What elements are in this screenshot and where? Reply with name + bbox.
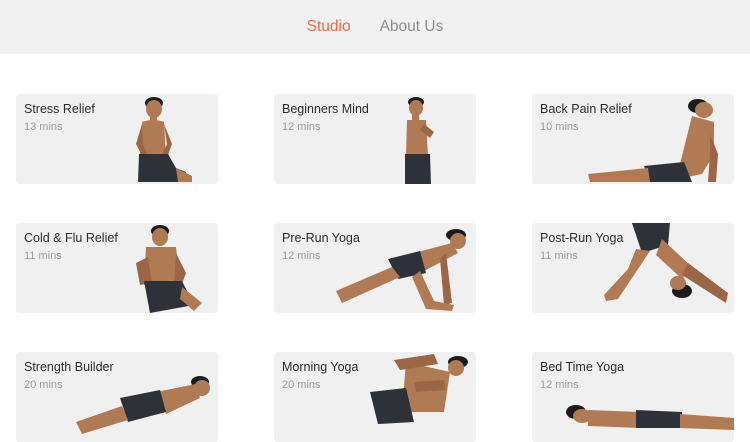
session-duration: 10 mins (540, 121, 579, 133)
session-card-bed-time-yoga[interactable]: Bed Time Yoga 12 mins (532, 352, 734, 442)
session-duration: 13 mins (24, 121, 63, 133)
session-card-morning-yoga[interactable]: Morning Yoga 20 mins (274, 352, 476, 442)
session-card-cold-flu-relief[interactable]: Cold & Flu Relief 11 mins (16, 223, 218, 313)
session-title: Stress Relief (24, 102, 95, 116)
session-title: Back Pain Relief (540, 102, 632, 116)
session-duration: 11 mins (24, 250, 62, 262)
session-grid: Stress Relief 13 mins Beginners Mind 12 … (0, 0, 750, 442)
session-duration: 12 mins (540, 379, 579, 391)
session-card-beginners-mind[interactable]: Beginners Mind 12 mins (274, 94, 476, 184)
session-duration: 20 mins (24, 379, 63, 391)
session-duration: 12 mins (282, 250, 321, 262)
session-title: Post-Run Yoga (540, 231, 624, 245)
session-card-strength-builder[interactable]: Strength Builder 20 mins (16, 352, 218, 442)
session-title: Morning Yoga (282, 360, 359, 374)
session-title: Strength Builder (24, 360, 114, 374)
session-title: Cold & Flu Relief (24, 231, 118, 245)
session-duration: 11 mins (540, 250, 578, 262)
session-card-stress-relief[interactable]: Stress Relief 13 mins (16, 94, 218, 184)
session-card-pre-run-yoga[interactable]: Pre-Run Yoga 12 mins (274, 223, 476, 313)
session-card-post-run-yoga[interactable]: Post-Run Yoga 11 mins (532, 223, 734, 313)
session-duration: 12 mins (282, 121, 321, 133)
session-title: Beginners Mind (282, 102, 369, 116)
session-title: Bed Time Yoga (540, 360, 625, 374)
session-title: Pre-Run Yoga (282, 231, 360, 245)
session-card-back-pain-relief[interactable]: Back Pain Relief 10 mins (532, 94, 734, 184)
session-duration: 20 mins (282, 379, 321, 391)
